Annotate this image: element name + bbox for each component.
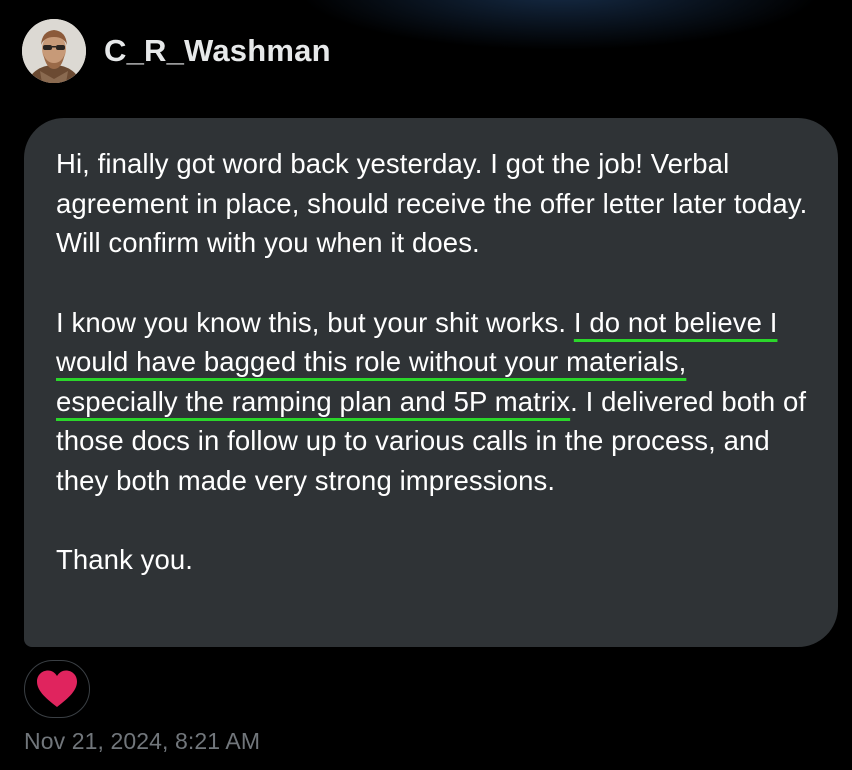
message-paragraph-1: Hi, finally got word back yesterday. I g… (56, 148, 808, 258)
message-bubble[interactable]: Hi, finally got word back yesterday. I g… (24, 118, 838, 647)
reaction-badge[interactable] (24, 660, 90, 718)
message-paragraph-2: I know you know this, but your shit work… (56, 303, 808, 501)
message-timestamp: Nov 21, 2024, 8:21 AM (24, 728, 261, 754)
message-text: I know you know this, but your shit work… (56, 306, 574, 338)
username[interactable]: C_R_Washman (104, 33, 331, 69)
avatar[interactable] (22, 19, 86, 83)
conversation-header: C_R_Washman (22, 18, 331, 84)
message-paragraph-3: Thank you. (56, 544, 194, 575)
dm-screen: C_R_Washman Hi, finally got word back ye… (0, 0, 852, 770)
heart-icon (37, 670, 77, 707)
avatar-image (22, 19, 86, 83)
